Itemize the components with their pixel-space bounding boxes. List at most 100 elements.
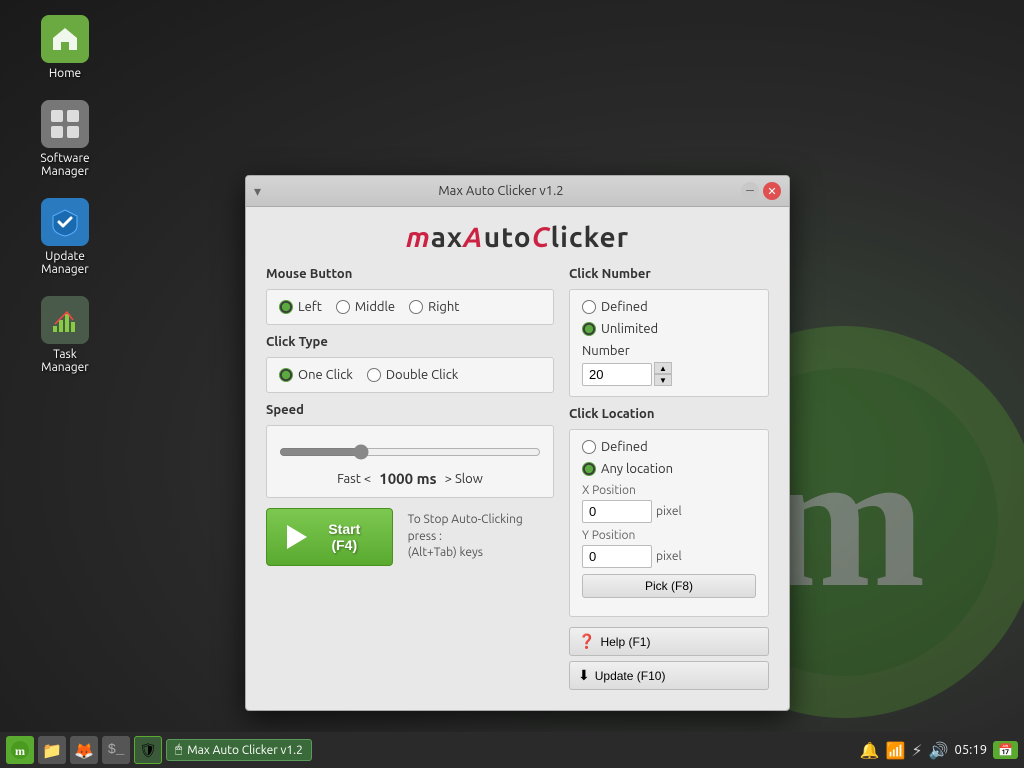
radio-left[interactable]: Left [279,300,322,314]
pick-button[interactable]: Pick (F8) [582,574,756,598]
desktop-icon-update-manager[interactable]: UpdateManager [20,193,110,281]
click-type-section: Click Type One Click Double Click [266,335,554,393]
x-position-input[interactable] [582,500,652,523]
number-input-section: Number ▲ ▼ [582,344,756,386]
window-menu-icon[interactable]: ▾ [254,183,261,200]
spinner-down[interactable]: ▼ [654,374,672,386]
files-icon: 📁 [42,741,62,760]
title-bar-left: ▾ [254,183,261,200]
radio-right-input[interactable] [409,300,423,314]
desktop-icon-software-manager[interactable]: SoftwareManager [20,95,110,183]
number-input-row: ▲ ▼ [582,362,756,386]
help-button[interactable]: ❓ Help (F1) [569,627,769,656]
spinner-up[interactable]: ▲ [654,362,672,374]
desktop-icon-task-manager[interactable]: TaskManager [20,291,110,379]
speed-box: Fast < 1000 ms > Slow [266,425,554,498]
left-column: Mouse Button Left Middle [266,267,554,695]
click-number-group: Defined Unlimited [582,300,756,336]
radio-defined-number[interactable]: Defined [582,300,648,314]
window-title: Max Auto Clicker v1.2 [261,184,741,198]
title-bar-controls: ─ ✕ [741,182,781,200]
speed-slider-container [279,444,541,464]
taskbar-right: 🔔 📶 ⚡ 🔊 05:19 📅 [860,741,1018,760]
speed-section: Speed Fast < 1000 ms > Slow [266,403,554,498]
radio-right[interactable]: Right [409,300,459,314]
power-icon[interactable]: ⚡ [911,741,922,760]
mintinstall-icon: 🛡 [139,742,157,759]
radio-double-click[interactable]: Double Click [367,368,459,382]
radio-defined-location-input[interactable] [582,440,596,454]
start-button[interactable]: Start (F4) [266,508,393,566]
taskbar-mintinstall-button[interactable]: 🛡 [134,736,162,764]
speed-title: Speed [266,403,554,417]
radio-unlimited[interactable]: Unlimited [582,322,658,336]
mouse-button-group: Left Middle Right [279,300,541,314]
update-manager-label: UpdateManager [41,250,89,276]
radio-double-click-input[interactable] [367,368,381,382]
update-button[interactable]: ⬇ Update (F10) [569,661,769,690]
number-spinners: ▲ ▼ [654,362,672,386]
radio-unlimited-label: Unlimited [601,322,658,336]
radio-one-click[interactable]: One Click [279,368,353,382]
stop-hint-line2: (Alt+Tab) keys [408,545,554,562]
radio-any-location-label: Any location [601,462,673,476]
mouse-button-title: Mouse Button [266,267,554,281]
taskbar-terminal-button[interactable]: $_ [102,736,130,764]
main-layout: Mouse Button Left Middle [266,267,769,695]
desktop-icon-home[interactable]: Home [20,10,110,85]
click-type-box: One Click Double Click [266,357,554,393]
radio-double-click-label: Double Click [386,368,459,382]
click-type-group: One Click Double Click [279,368,541,382]
radio-unlimited-input[interactable] [582,322,596,336]
radio-left-input[interactable] [279,300,293,314]
radio-middle-input[interactable] [336,300,350,314]
wifi-icon[interactable]: 📶 [885,741,905,760]
number-label: Number [582,344,756,358]
clock: 05:19 [955,743,988,757]
stop-hint: To Stop Auto-Clicking press : (Alt+Tab) … [408,512,554,562]
stop-hint-line1: To Stop Auto-Clicking press : [408,512,554,546]
click-location-group: Defined Any location [582,440,756,476]
app-logo: maxAutoClicker [406,222,629,253]
radio-defined-input[interactable] [582,300,596,314]
desktop-icons: Home SoftwareManager UpdateManager [20,10,110,379]
taskbar: m 📁 🦊 $_ 🛡 🖱 Max Auto Clicker v1.2 🔔 📶 ⚡… [0,732,1024,768]
speed-slider[interactable] [279,444,541,460]
click-location-title: Click Location [569,407,769,421]
click-location-box: Defined Any location X Position pi [569,429,769,617]
radio-middle[interactable]: Middle [336,300,395,314]
speed-labels: Fast < 1000 ms > Slow [279,470,541,487]
terminal-icon: $_ [108,742,125,758]
start-label: Start (F4) [317,521,372,553]
help-icon: ❓ [578,633,595,650]
click-number-title: Click Number [569,267,769,281]
y-position-input[interactable] [582,545,652,568]
mouse-button-box: Left Middle Right [266,289,554,325]
calendar-badge[interactable]: 📅 [993,741,1018,759]
task-manager-label: TaskManager [41,348,89,374]
number-input[interactable] [582,363,652,386]
radio-defined-location[interactable]: Defined [582,440,648,454]
taskbar-mint-button[interactable]: m [6,736,34,764]
taskbar-firefox-button[interactable]: 🦊 [70,736,98,764]
radio-any-location[interactable]: Any location [582,462,673,476]
svg-text:m: m [15,744,25,758]
minimize-button[interactable]: ─ [741,182,759,200]
taskbar-open-window[interactable]: 🖱 Max Auto Clicker v1.2 [166,739,312,761]
y-position-label: Y Position [582,529,756,542]
radio-defined-label: Defined [601,300,648,314]
clicker-taskbar-icon: 🖱 [175,743,182,757]
taskbar-files-button[interactable]: 📁 [38,736,66,764]
close-button[interactable]: ✕ [763,182,781,200]
bottom-row: Start (F4) To Stop Auto-Clicking press :… [266,508,554,566]
speed-value: 1000 ms [379,470,436,487]
notification-icon[interactable]: 🔔 [860,741,880,760]
fast-label: Fast < [337,472,371,486]
radio-any-location-input[interactable] [582,462,596,476]
radio-one-click-input[interactable] [279,368,293,382]
volume-icon[interactable]: 🔊 [929,741,949,760]
y-pixel-label: pixel [656,550,682,563]
home-icon [41,15,89,63]
x-position-row: pixel [582,500,756,523]
taskbar-left: m 📁 🦊 $_ 🛡 🖱 Max Auto Clicker v1.2 [6,736,312,764]
